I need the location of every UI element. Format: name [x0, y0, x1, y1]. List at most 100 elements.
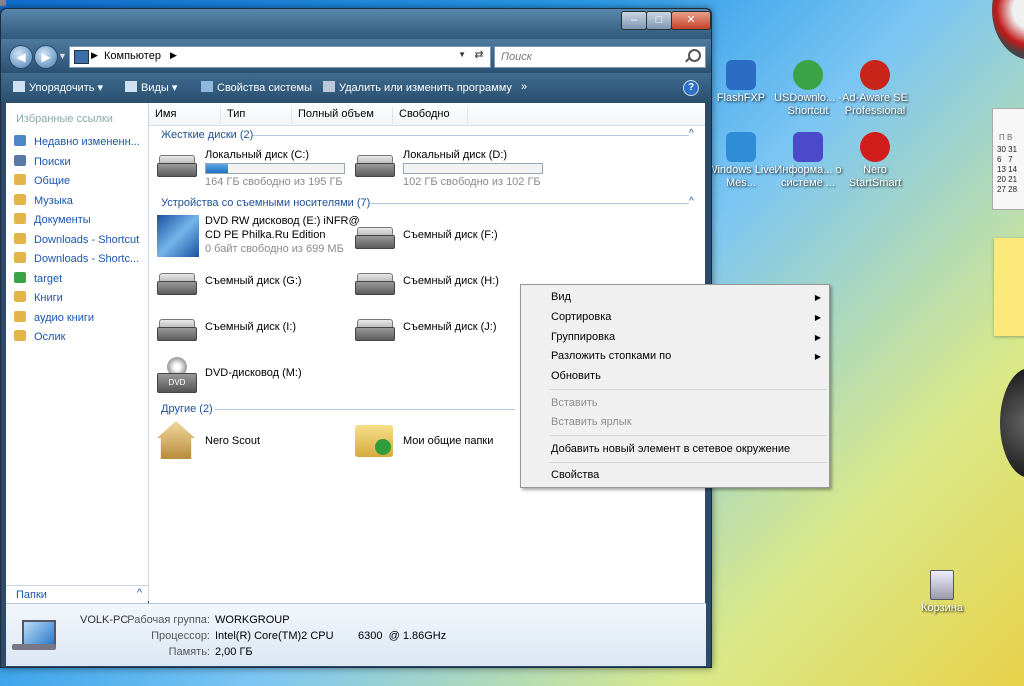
- menu-item-paste-shortcut[interactable]: Вставить ярлык: [551, 416, 632, 428]
- refresh-icon[interactable]: ⇄: [470, 48, 488, 64]
- breadcrumb-chevron-icon[interactable]: ▶: [170, 50, 177, 61]
- hard-drive-icon: [157, 155, 197, 177]
- close-button[interactable]: ✕: [671, 11, 711, 30]
- maximize-button[interactable]: □: [646, 11, 672, 30]
- drive-d[interactable]: Локальный диск (D:) 102 ГБ свободно из 1…: [355, 149, 555, 189]
- menu-separator: [549, 435, 827, 436]
- drive-usage-fill: [206, 164, 229, 173]
- menu-separator: [549, 462, 827, 463]
- breadcrumb-separator-icon[interactable]: ▶: [91, 50, 98, 61]
- submenu-arrow-icon: ▶: [814, 313, 821, 322]
- organize-label: Упорядочить: [29, 82, 95, 94]
- drive-e[interactable]: DVD RW дисковод (E:) iNFR@ CD PE Philka.…: [157, 215, 360, 259]
- favorite-link-label: Документы: [34, 214, 91, 226]
- usdownloader-icon: [793, 60, 823, 90]
- favorite-link[interactable]: Downloads - Shortc...: [14, 250, 148, 270]
- search-input[interactable]: [499, 47, 683, 67]
- drive-f[interactable]: Съемный диск (F:): [355, 221, 555, 255]
- clock-gadget[interactable]: [992, 0, 1024, 60]
- search-icon[interactable]: [688, 49, 701, 62]
- system-properties-button[interactable]: Свойства системы: [201, 81, 312, 94]
- nero-icon: [860, 132, 890, 162]
- desktop-icon-label: Информа... о системе ...: [774, 164, 842, 189]
- drive-g[interactable]: Съемный диск (G:): [157, 267, 357, 301]
- column-total-size[interactable]: Полный объем: [292, 108, 393, 124]
- column-name[interactable]: Имя: [149, 108, 221, 124]
- notes-gadget[interactable]: [994, 238, 1024, 336]
- menu-item-refresh[interactable]: Обновить: [551, 370, 601, 382]
- collapse-chevron-icon[interactable]: ^: [689, 196, 694, 207]
- menu-item-stack[interactable]: Разложить стопками по: [551, 350, 671, 362]
- organize-button[interactable]: Упорядочить ▾: [13, 81, 103, 94]
- menu-item-add-network-location[interactable]: Добавить новый элемент в сетевое окружен…: [551, 443, 790, 455]
- column-free-space[interactable]: Свободно: [393, 108, 468, 124]
- favorite-link[interactable]: Книги: [14, 289, 148, 309]
- navigation-pane: Избранные ссылки Недавно измененн... Поис…: [6, 103, 149, 601]
- drive-name: Съемный диск (I:): [205, 321, 297, 333]
- menu-item-sort[interactable]: Сортировка: [551, 311, 611, 323]
- drive-i[interactable]: Съемный диск (I:): [157, 313, 357, 347]
- search-box[interactable]: [494, 46, 706, 68]
- desktop-icon-flashfxp[interactable]: FlashFXP: [706, 60, 776, 105]
- desktop-icon-system-info[interactable]: Информа... о системе ...: [773, 132, 843, 190]
- folder-icon: [14, 310, 26, 322]
- submenu-arrow-icon: ▶: [814, 352, 821, 361]
- uninstall-program-button[interactable]: Удалить или изменить программу: [323, 81, 512, 94]
- favorites-title: Избранные ссылки: [16, 113, 113, 125]
- memory-value: 2,00 ГБ: [215, 646, 253, 658]
- desktop-icon-recycle-bin[interactable]: Корзина: [907, 570, 977, 615]
- column-type[interactable]: Тип: [221, 108, 292, 124]
- menu-item-label: Группировка: [551, 331, 616, 343]
- views-label: Виды: [141, 82, 169, 94]
- drive-c[interactable]: Локальный диск (C:) 164 ГБ свободно из 1…: [157, 149, 357, 189]
- favorite-link[interactable]: Downloads - Shortcut: [14, 231, 148, 251]
- folder-icon: [14, 291, 26, 302]
- favorite-link-label: Поиски: [34, 155, 71, 168]
- forward-button[interactable]: ▶: [34, 45, 58, 69]
- menu-separator: [549, 389, 827, 390]
- views-button[interactable]: Виды ▾: [125, 81, 177, 94]
- target-icon: [14, 271, 26, 283]
- favorite-link[interactable]: target: [14, 270, 148, 290]
- favorite-link[interactable]: Ослик: [14, 328, 148, 348]
- menu-item-view[interactable]: Вид: [551, 291, 571, 303]
- collapse-chevron-icon[interactable]: ^: [689, 128, 694, 139]
- desktop-icon-messenger[interactable]: Windows Live Mes...: [706, 132, 776, 190]
- menu-item-group[interactable]: Группировка: [551, 331, 615, 343]
- group-header-hard-disks[interactable]: Жесткие диски (2): [161, 129, 253, 141]
- help-icon[interactable]: ?: [683, 80, 699, 96]
- nero-scout[interactable]: Nero Scout: [157, 421, 357, 461]
- desktop-icon-nero[interactable]: Nero StartSmart: [840, 132, 910, 190]
- more-commands-button[interactable]: »: [521, 81, 527, 93]
- menu-item-paste[interactable]: Вставить: [551, 397, 598, 409]
- media-gadget[interactable]: [1000, 368, 1024, 478]
- favorite-link[interactable]: Недавно измененн...: [14, 133, 148, 153]
- partial-window-icon: [0, 0, 6, 6]
- system-properties-label: Свойства системы: [217, 82, 313, 94]
- breadcrumb-computer[interactable]: Компьютер: [104, 50, 161, 62]
- minimize-button[interactable]: –: [621, 11, 647, 30]
- favorite-link[interactable]: Документы: [14, 211, 148, 231]
- drive-m[interactable]: DVD DVD-дисковод (M:): [157, 355, 357, 395]
- calendar-gadget[interactable]: П В 30 31 6 7 13 14 20 21 27 28: [992, 108, 1024, 210]
- desktop-icon-adaware[interactable]: Ad-Aware SE Professional: [840, 60, 910, 118]
- folders-toggle[interactable]: Папки ^: [6, 585, 148, 604]
- back-button[interactable]: ◀: [9, 45, 33, 69]
- group-header-removable[interactable]: Устройства со съемными носителями (7): [161, 197, 370, 209]
- desktop-icon-usdownloader[interactable]: USDownlo... - Shortcut: [773, 60, 843, 118]
- favorite-link[interactable]: Музыка: [14, 192, 148, 212]
- favorite-link[interactable]: Поиски: [14, 153, 148, 173]
- group-header-other[interactable]: Другие (2): [161, 403, 213, 415]
- favorite-link-label: Общие: [34, 175, 71, 187]
- favorite-link[interactable]: Общие: [14, 172, 148, 192]
- uninstall-label: Удалить или изменить программу: [339, 82, 512, 94]
- title-bar[interactable]: – □ ✕: [1, 9, 711, 39]
- address-dropdown-icon[interactable]: ▼: [458, 50, 466, 59]
- chevron-up-icon[interactable]: ^: [137, 587, 142, 599]
- menu-item-properties[interactable]: Свойства: [551, 469, 599, 481]
- drive-free-space: 164 ГБ свободно из 195 ГБ: [205, 176, 343, 188]
- favorite-link[interactable]: аудио книги: [14, 309, 148, 329]
- address-bar[interactable]: ▶ Компьютер ▶ ▼ ⇄: [69, 46, 491, 68]
- recent-pages-dropdown-icon[interactable]: ▼: [58, 51, 67, 61]
- folder-icon: [14, 174, 26, 185]
